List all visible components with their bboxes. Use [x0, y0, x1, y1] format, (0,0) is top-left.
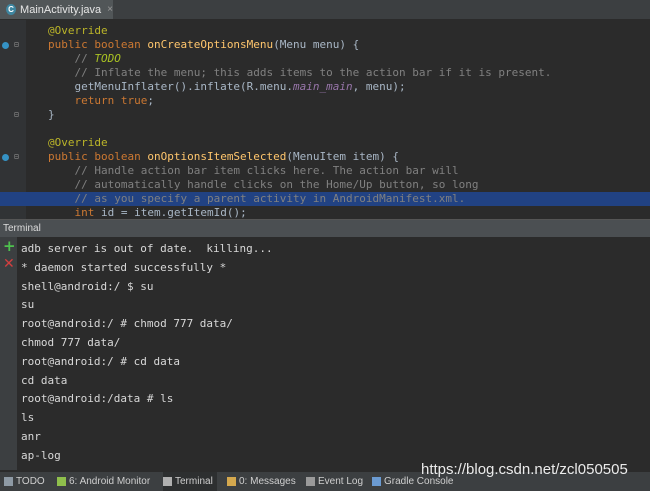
code-line[interactable]	[0, 122, 650, 136]
android-monitor-icon	[57, 477, 66, 486]
code-line[interactable]: // as you specify a parent activity in A…	[0, 192, 650, 206]
code-token: @Override	[48, 24, 108, 37]
code-token: public	[48, 38, 95, 51]
terminal-line: root@android:/ # chmod 777 data/	[21, 317, 233, 331]
statusbar-event-log[interactable]: Event Log	[306, 472, 367, 491]
code-line-text: public boolean onCreateOptionsMenu(Menu …	[48, 38, 359, 52]
code-line[interactable]: public boolean onCreateOptionsMenu(Menu …	[0, 38, 650, 52]
code-token: (Menu menu) {	[273, 38, 360, 51]
terminal-line: ls	[21, 411, 35, 425]
code-token: getMenuInflater().inflate(R.menu.	[48, 80, 294, 93]
code-line[interactable]: @Override	[0, 24, 650, 38]
terminal-line: root@android:/data # ls	[21, 392, 174, 406]
statusbar-android-monitor[interactable]: 6: Android Monitor	[57, 472, 154, 491]
code-line[interactable]: }	[0, 108, 650, 122]
code-line-text: @Override	[48, 24, 108, 38]
terminal-line: adb server is out of date. killing...	[21, 242, 273, 255]
terminal-icon	[163, 477, 172, 486]
todo-icon	[4, 477, 13, 486]
close-session-icon[interactable]: ✕	[3, 256, 15, 272]
code-line[interactable]: return true;	[0, 94, 650, 108]
new-session-icon[interactable]: +	[3, 237, 16, 255]
code-token: //	[48, 52, 95, 65]
code-token: (MenuItem item) {	[286, 150, 400, 163]
code-token: @Override	[48, 136, 108, 149]
editor-tab-label: MainActivity.java	[20, 3, 102, 16]
code-token: boolean	[94, 38, 148, 51]
code-token: int	[74, 206, 101, 219]
terminal-toolbar: + ✕	[0, 237, 17, 470]
statusbar-label: Event Log	[318, 476, 364, 487]
code-line-text: // TODO	[48, 52, 121, 66]
code-line-text: return true;	[48, 94, 154, 108]
code-line-text: }	[48, 108, 55, 122]
code-line-text: int id = item.getItemId();	[48, 206, 247, 219]
statusbar-label: Terminal	[175, 476, 213, 487]
terminal-line: * daemon started successfully *	[21, 260, 227, 274]
code-token: // Inflate the menu; this adds items to …	[48, 66, 552, 79]
terminal-line: su	[21, 298, 35, 312]
terminal-title: Terminal	[3, 223, 41, 234]
code-token: , menu);	[352, 80, 406, 93]
code-line-text: // Inflate the menu; this adds items to …	[48, 66, 551, 80]
code-line[interactable]: // Inflate the menu; this adds items to …	[0, 66, 650, 80]
code-token: // Handle action bar item clicks here. T…	[48, 164, 459, 177]
statusbar-todo[interactable]: TODO	[4, 472, 49, 491]
statusbar-terminal[interactable]: Terminal	[163, 472, 217, 491]
code-token: TODO	[94, 52, 121, 65]
code-editor[interactable]: ⊟ ⊟ ⊟ @Override public boolean onCreateOpti…	[0, 20, 650, 219]
code-line[interactable]: int id = item.getItemId();	[0, 206, 650, 219]
terminal-header: Terminal	[0, 219, 650, 237]
code-line-text: // as you specify a parent activity in A…	[48, 192, 465, 206]
terminal-line: chmod 777 data/	[21, 336, 121, 349]
watermark: https://blog.csdn.net/zcl050505	[421, 461, 628, 478]
code-line[interactable]: public boolean onOptionsItemSelected(Men…	[0, 150, 650, 164]
code-line[interactable]: // Handle action bar item clicks here. T…	[0, 164, 650, 178]
code-line[interactable]: // automatically handle clicks on the Ho…	[0, 178, 650, 192]
gradle-console-icon	[372, 477, 381, 486]
code-token: public	[48, 150, 95, 163]
terminal-output[interactable]: adb server is out of date. killing... * d…	[17, 237, 650, 470]
code-token: // automatically handle clicks on the Ho…	[48, 178, 479, 191]
event-log-icon	[306, 477, 315, 486]
close-tab-icon[interactable]: ×	[107, 4, 113, 15]
code-line[interactable]: @Override	[0, 136, 650, 150]
java-class-icon: C	[6, 4, 17, 15]
statusbar-label: 6: Android Monitor	[69, 476, 151, 487]
code-token: boolean	[94, 150, 148, 163]
code-line-text: @Override	[48, 136, 108, 150]
statusbar-label: TODO	[16, 476, 45, 487]
terminal-line: anr	[21, 430, 41, 443]
code-token: onCreateOptionsMenu	[147, 38, 274, 51]
messages-icon	[227, 477, 236, 486]
terminal-line: shell@android:/ $ su	[21, 279, 154, 293]
code-line[interactable]: // TODO	[0, 52, 650, 66]
code-line-text: public boolean onOptionsItemSelected(Men…	[48, 150, 399, 164]
code-token: main_main	[293, 80, 353, 93]
code-line-text: // Handle action bar item clicks here. T…	[48, 164, 459, 178]
statusbar-label: 0: Messages	[239, 476, 296, 487]
code-line-text: getMenuInflater().inflate(R.menu.main_ma…	[48, 80, 406, 94]
code-token: id = item.getItemId();	[101, 206, 247, 219]
terminal-line: ap-log	[21, 448, 61, 462]
code-token: ;	[147, 94, 154, 107]
editor-tab-bar: C MainActivity.java ×	[0, 0, 650, 20]
editor-tab-mainactivity[interactable]: C MainActivity.java ×	[0, 0, 113, 19]
terminal-line: cd data	[21, 373, 68, 387]
code-line-text: // automatically handle clicks on the Ho…	[48, 178, 478, 192]
statusbar-messages[interactable]: 0: Messages	[227, 472, 300, 491]
code-token: }	[48, 108, 55, 121]
terminal-line: root@android:/ # cd data	[21, 354, 180, 368]
code-token: onOptionsItemSelected	[147, 150, 287, 163]
code-token: // as you specify a parent activity in A…	[48, 192, 466, 205]
code-line[interactable]: getMenuInflater().inflate(R.menu.main_ma…	[0, 80, 650, 94]
code-token: return true	[74, 94, 148, 107]
